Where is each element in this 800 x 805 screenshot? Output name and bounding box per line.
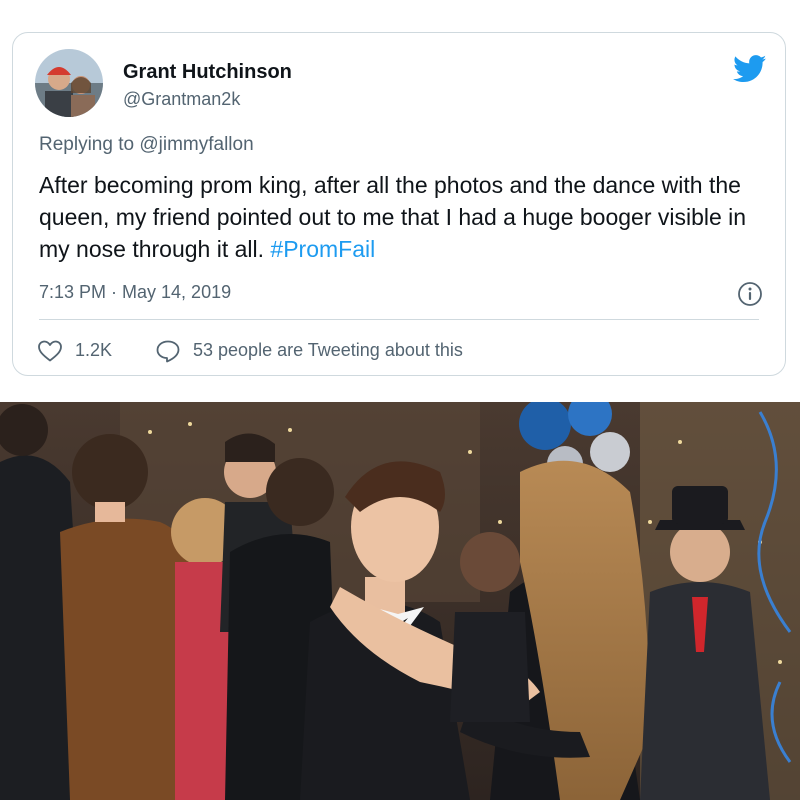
avatar[interactable] bbox=[35, 49, 103, 117]
twitter-bird-icon[interactable] bbox=[733, 55, 767, 83]
divider bbox=[39, 319, 759, 320]
prom-dance-photo bbox=[0, 392, 800, 800]
speech-bubble-icon[interactable] bbox=[155, 339, 181, 363]
heart-icon[interactable] bbox=[37, 339, 63, 363]
like-count[interactable]: 1.2K bbox=[75, 340, 112, 361]
hashtag-link[interactable]: #PromFail bbox=[270, 236, 375, 262]
reply-mention-link[interactable]: @jimmyfallon bbox=[139, 134, 253, 155]
author-handle[interactable]: @Grantman2k bbox=[123, 89, 240, 110]
tweet-card: Grant Hutchinson @Grantman2k Replying to… bbox=[12, 32, 786, 376]
tweeting-about-link[interactable]: 53 people are Tweeting about this bbox=[193, 340, 463, 361]
reply-prefix: Replying to bbox=[39, 134, 135, 155]
author-name[interactable]: Grant Hutchinson bbox=[123, 61, 292, 84]
tweet-text: After becoming prom king, after all the … bbox=[39, 169, 769, 265]
tweet-body: After becoming prom king, after all the … bbox=[39, 172, 747, 262]
tweet-timestamp[interactable]: 7:13 PM · May 14, 2019 bbox=[39, 282, 231, 303]
info-icon[interactable] bbox=[737, 281, 763, 307]
reply-context: Replying to @jimmyfallon bbox=[39, 134, 254, 156]
